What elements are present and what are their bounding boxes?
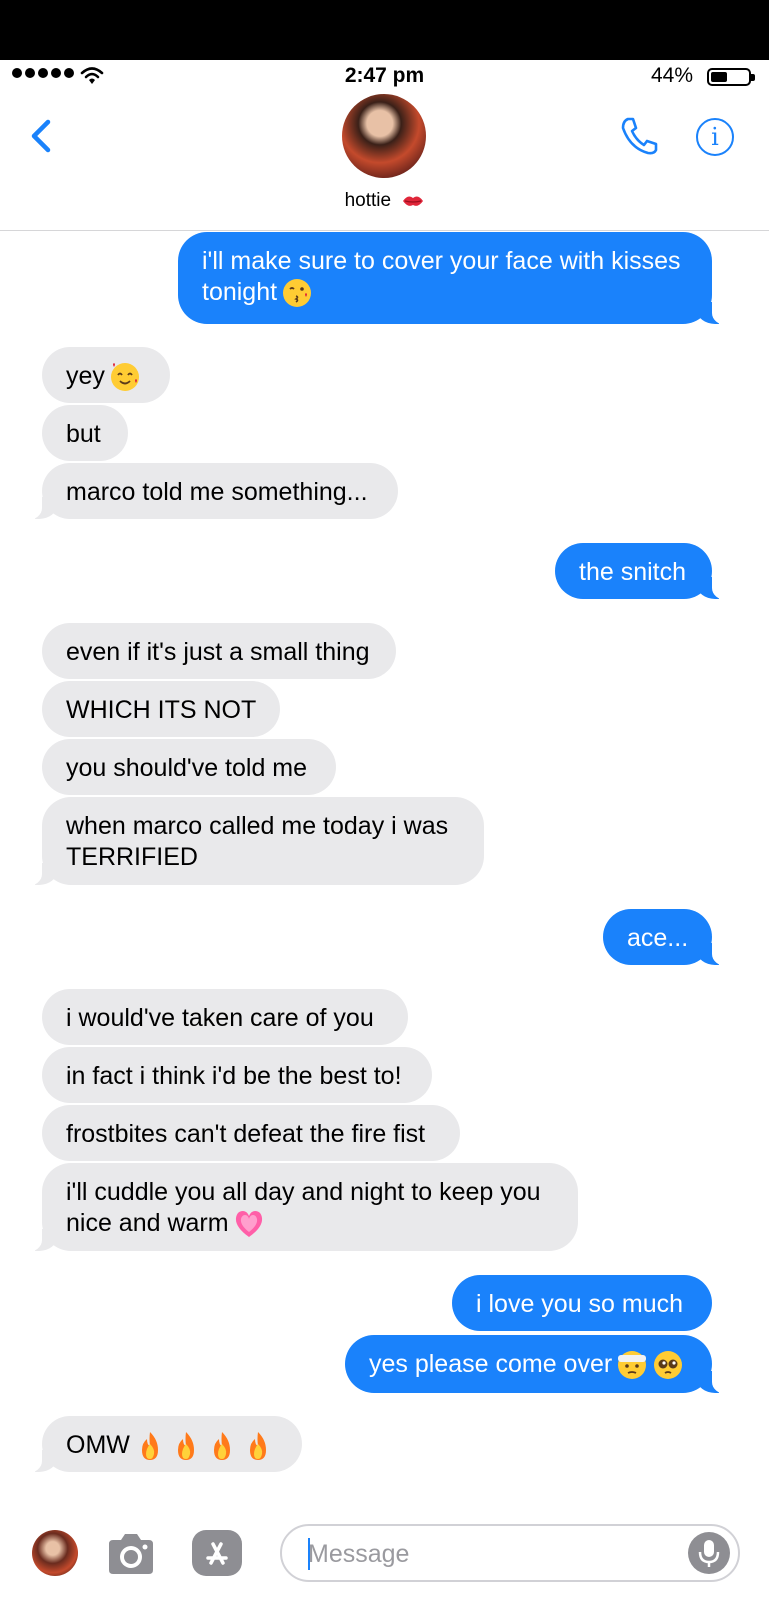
kissing-heart-emoji xyxy=(283,279,312,308)
received-message-bubble[interactable]: in fact i think i'd be the best to! xyxy=(42,1047,432,1103)
fire-emoji xyxy=(141,1432,158,1461)
received-message-bubble[interactable]: frostbites can't defeat the fire fist xyxy=(42,1105,460,1161)
pleading-face-emoji xyxy=(654,1351,683,1380)
message-text: WHICH ITS NOT xyxy=(66,696,257,724)
message-text: i'll cuddle you all day and night to kee… xyxy=(66,1178,541,1206)
message-text: frostbites can't defeat the fire fist xyxy=(66,1120,426,1148)
message-text: i'll make sure to cover your face with k… xyxy=(202,247,681,275)
received-message-bubble[interactable]: you should've told me xyxy=(42,739,336,795)
received-message-bubble[interactable]: WHICH ITS NOT xyxy=(42,681,280,737)
message-text: yey xyxy=(66,362,105,390)
sent-message-bubble[interactable]: the snitch xyxy=(555,543,730,600)
conversation-header: hottie i xyxy=(0,94,769,231)
contact-avatar[interactable] xyxy=(342,94,426,178)
received-message-bubble[interactable]: marco told me something... xyxy=(24,463,398,520)
message-text: even if it's just a small thing xyxy=(66,638,370,666)
sent-message-bubble[interactable]: i love you so much xyxy=(452,1275,712,1331)
battery-icon xyxy=(707,68,755,86)
smiling-hearts-emoji xyxy=(110,363,139,392)
message-text: i love you so much xyxy=(476,1290,684,1318)
message-text: OMW xyxy=(66,1431,130,1459)
received-message-bubble[interactable]: OMW xyxy=(24,1416,302,1473)
message-text: yes please come over xyxy=(369,1350,613,1378)
bandaged-face-emoji xyxy=(618,1351,647,1380)
received-message-bubble[interactable]: when marco called me today i was TERRIFIE… xyxy=(24,797,484,886)
fire-emoji xyxy=(177,1432,194,1461)
battery-percent: 44% xyxy=(650,64,693,87)
message-field[interactable] xyxy=(280,1524,740,1582)
received-message-bubble[interactable]: but xyxy=(42,405,128,461)
message-text: in fact i think i'd be the best to! xyxy=(66,1062,402,1090)
received-message-bubble[interactable]: even if it's just a small thing xyxy=(42,623,396,679)
message-text: tonight xyxy=(202,278,278,306)
message-text: the snitch xyxy=(579,558,687,586)
fire-emoji xyxy=(213,1432,230,1461)
status-bar: 2:47 pm 44% xyxy=(0,60,769,94)
message-text: nice and warm xyxy=(66,1209,229,1237)
received-message-bubble[interactable]: i'll cuddle you all day and night to kee… xyxy=(24,1163,578,1252)
contact-name-text: hottie xyxy=(344,190,392,211)
sent-message-bubble[interactable]: i'll make sure to cover your face with k… xyxy=(178,232,730,325)
phone-call-icon[interactable] xyxy=(620,116,658,156)
sent-message-bubble[interactable]: yes please come over xyxy=(345,1335,730,1394)
message-text: marco told me something... xyxy=(66,478,368,506)
message-text: you should've told me xyxy=(66,754,308,782)
message-text: ace... xyxy=(627,924,689,952)
app-store-icon[interactable] xyxy=(192,1530,242,1576)
fire-emoji xyxy=(249,1432,266,1461)
message-text: i would've taken care of you xyxy=(66,1004,374,1032)
composer-bar xyxy=(0,1514,769,1600)
memoji-avatar-button[interactable] xyxy=(32,1530,78,1576)
message-text: when marco called me today i was xyxy=(66,812,449,840)
kiss-lips-icon xyxy=(403,196,424,206)
message-input[interactable] xyxy=(306,1538,670,1570)
message-text: but xyxy=(66,420,101,448)
growing-heart-emoji xyxy=(235,1211,262,1238)
received-message-bubble[interactable]: i would've taken care of you xyxy=(42,989,408,1045)
info-icon[interactable]: i xyxy=(696,118,734,156)
microphone-icon[interactable] xyxy=(688,1532,730,1574)
message-text: TERRIFIED xyxy=(66,843,198,871)
top-black-bar xyxy=(0,0,769,60)
contact-name[interactable]: hottie xyxy=(0,190,769,212)
received-message-bubble[interactable]: yey xyxy=(42,347,170,403)
back-chevron-icon[interactable] xyxy=(22,114,66,158)
camera-icon[interactable] xyxy=(105,1532,157,1576)
sent-message-bubble[interactable]: ace... xyxy=(603,909,730,966)
